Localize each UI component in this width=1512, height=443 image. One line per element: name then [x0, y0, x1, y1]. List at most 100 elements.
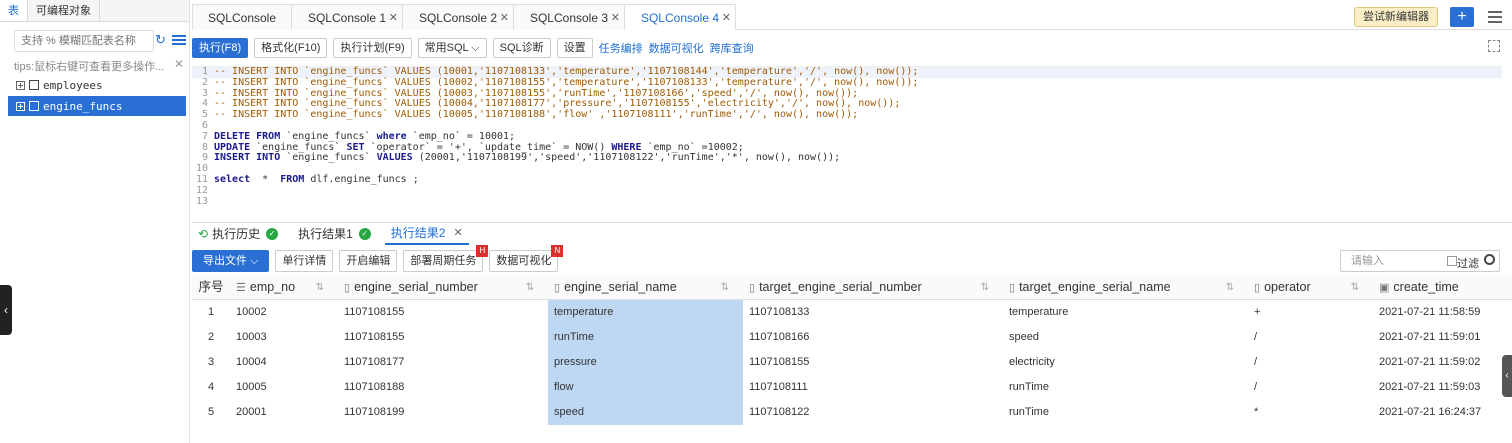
tab-programmable-objects[interactable]: 可编程对象: [28, 0, 100, 21]
sort-icon[interactable]: ⇅: [1351, 275, 1359, 300]
sort-icon[interactable]: ⇅: [526, 275, 534, 300]
sql-editor[interactable]: 1 -- INSERT INTO `engine_funcs` VALUES (1…: [192, 66, 1502, 214]
column-header[interactable]: ▯ engine_serial_name ⇅: [548, 275, 743, 300]
column-header[interactable]: 序号: [192, 275, 230, 300]
table-row[interactable]: 4 10005 1107108188 flow 1107108111 runTime/20…: [192, 375, 1512, 400]
tree-item-engine-funcs[interactable]: engine_funcs: [8, 96, 186, 116]
table-cell[interactable]: 1107108166: [743, 325, 1003, 350]
table-cell[interactable]: 2021-07-21 16:24:37: [1373, 400, 1512, 425]
search-icon[interactable]: [1484, 254, 1495, 265]
close-icon[interactable]: ✕: [500, 5, 509, 31]
table-cell[interactable]: 1: [192, 300, 230, 325]
close-icon[interactable]: ✕: [389, 5, 398, 31]
execute-button[interactable]: 执行(F8): [192, 38, 249, 58]
close-icon[interactable]: ✕: [611, 5, 620, 31]
tree-item-employees[interactable]: employees: [0, 75, 186, 95]
table-cell[interactable]: 1107108133: [743, 300, 1003, 325]
sort-icon[interactable]: ⇅: [316, 275, 324, 300]
enable-edit-button[interactable]: 开启编辑: [339, 250, 398, 272]
tab-sqlconsole-1[interactable]: SQLConsole 1 ✕: [291, 4, 403, 30]
table-cell[interactable]: 1107108188: [338, 375, 548, 400]
table-cell[interactable]: 5: [192, 400, 230, 425]
table-row[interactable]: 2 10003 1107108155 runTime 1107108166 speed/2…: [192, 325, 1512, 350]
table-cell[interactable]: temperature: [1003, 300, 1248, 325]
data-visualization-link[interactable]: 数据可视化: [649, 40, 704, 56]
column-header[interactable]: ▯ target_engine_serial_number ⇅: [743, 275, 1003, 300]
tab-result-1[interactable]: 执行结果1 ✓: [292, 223, 377, 245]
table-cell[interactable]: 2021-07-21 11:58:59: [1373, 300, 1512, 325]
table-cell[interactable]: temperature: [548, 300, 743, 325]
settings-button[interactable]: 设置: [556, 38, 593, 58]
tab-execution-history[interactable]: ⟲ 执行历史 ✓: [192, 223, 284, 245]
table-cell[interactable]: 1107108111: [743, 375, 1003, 400]
table-cell[interactable]: runTime: [548, 325, 743, 350]
refresh-icon[interactable]: ↻: [155, 32, 169, 48]
table-cell[interactable]: 10004: [230, 350, 338, 375]
table-cell[interactable]: 2021-07-21 11:59:02: [1373, 350, 1512, 375]
table-cell[interactable]: electricity: [1003, 350, 1248, 375]
filter-checkbox[interactable]: [1447, 256, 1457, 266]
table-cell[interactable]: /: [1248, 350, 1373, 375]
table-cell[interactable]: 1107108155: [338, 325, 548, 350]
table-cell[interactable]: /: [1248, 375, 1373, 400]
table-row[interactable]: 1 10002 1107108155 temperature 1107108133 tem…: [192, 300, 1512, 325]
task-orchestration-link[interactable]: 任务编排: [599, 40, 643, 56]
table-cell[interactable]: speed: [548, 400, 743, 425]
expand-icon[interactable]: [16, 80, 25, 90]
table-cell[interactable]: speed: [1003, 325, 1248, 350]
table-cell[interactable]: 4: [192, 375, 230, 400]
sort-icon[interactable]: ⇅: [981, 275, 989, 300]
table-row[interactable]: 3 10004 1107108177 pressure 1107108155 electr…: [192, 350, 1512, 375]
table-row[interactable]: 5 20001 1107108199 speed 1107108122 runTime * 2…: [192, 400, 1512, 425]
table-cell[interactable]: *: [1248, 400, 1373, 425]
close-icon[interactable]: ✕: [174, 57, 184, 71]
table-search-input[interactable]: [14, 30, 154, 52]
expand-icon[interactable]: [16, 101, 25, 111]
close-icon[interactable]: ✕: [722, 5, 731, 31]
table-cell[interactable]: runTime: [1003, 375, 1248, 400]
explain-plan-button[interactable]: 执行计划(F9): [333, 38, 412, 58]
table-cell[interactable]: 20001: [230, 400, 338, 425]
table-cell[interactable]: 1107108122: [743, 400, 1003, 425]
tab-sqlconsole-4[interactable]: SQLConsole 4 ✕: [624, 4, 736, 30]
table-cell[interactable]: runTime: [1003, 400, 1248, 425]
cross-db-query-link[interactable]: 跨库查询: [710, 40, 754, 56]
table-cell[interactable]: 10003: [230, 325, 338, 350]
table-cell[interactable]: pressure: [548, 350, 743, 375]
expand-right-panel-handle[interactable]: ‹: [1502, 355, 1512, 397]
common-sql-dropdown[interactable]: 常用SQL ⌵: [417, 38, 487, 58]
table-cell[interactable]: 2021-07-21 11:59:03: [1373, 375, 1512, 400]
tab-sqlconsole[interactable]: SQLConsole: [192, 4, 292, 30]
table-cell[interactable]: 1107108155: [743, 350, 1003, 375]
sort-icon[interactable]: ⇅: [721, 275, 729, 300]
table-cell[interactable]: 1107108177: [338, 350, 548, 375]
tab-sqlconsole-3[interactable]: SQLConsole 3 ✕: [513, 4, 625, 30]
table-cell[interactable]: /: [1248, 325, 1373, 350]
tab-sqlconsole-2[interactable]: SQLConsole 2 ✕: [402, 4, 514, 30]
table-cell[interactable]: 1107108155: [338, 300, 548, 325]
try-new-editor-button[interactable]: 尝试新编辑器: [1354, 7, 1438, 27]
list-filter-icon[interactable]: [172, 33, 186, 47]
table-cell[interactable]: 1107108199: [338, 400, 548, 425]
export-file-button[interactable]: 导出文件 ⌵: [192, 250, 270, 272]
data-visualization-button[interactable]: 数据可视化 N: [489, 245, 564, 272]
table-cell[interactable]: 10002: [230, 300, 338, 325]
format-button[interactable]: 格式化(F10): [254, 38, 328, 58]
column-header[interactable]: ☰ emp_no ⇅: [230, 275, 338, 300]
column-header[interactable]: ▯ operator ⇅: [1248, 275, 1373, 300]
deploy-periodic-task-button[interactable]: 部署周期任务 H: [403, 245, 489, 272]
table-cell[interactable]: 2: [192, 325, 230, 350]
column-header[interactable]: ▯ target_engine_serial_name ⇅: [1003, 275, 1248, 300]
collapse-left-panel-handle[interactable]: ‹: [0, 285, 12, 335]
tab-tables[interactable]: 表: [0, 0, 28, 21]
sql-diagnose-button[interactable]: SQL诊断: [492, 38, 551, 58]
new-console-button[interactable]: +: [1450, 7, 1474, 27]
menu-icon[interactable]: [1488, 11, 1502, 26]
fullscreen-icon[interactable]: [1488, 40, 1500, 52]
column-header[interactable]: ▯ engine_serial_number ⇅: [338, 275, 548, 300]
tab-result-2[interactable]: 执行结果2 ✕: [384, 223, 469, 245]
result-search-input[interactable]: 请输入 过滤: [1340, 250, 1500, 272]
close-icon[interactable]: ✕: [453, 226, 462, 239]
table-cell[interactable]: +: [1248, 300, 1373, 325]
table-cell[interactable]: flow: [548, 375, 743, 400]
